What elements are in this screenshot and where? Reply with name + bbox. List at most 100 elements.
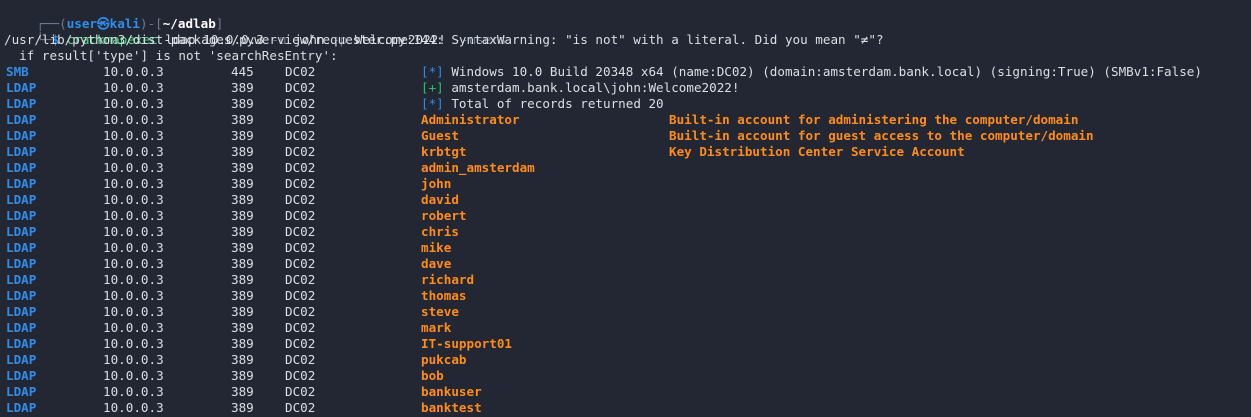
ip-address: 10.0.0.3 [103, 368, 164, 383]
port-number: 389 [231, 112, 254, 127]
port-number: 389 [231, 400, 254, 415]
status-message: [*] Total of records returned 20 [421, 96, 664, 112]
username: bankuser [421, 384, 482, 399]
protocol-label: LDAP [6, 256, 37, 271]
host-name: DC02 [285, 192, 316, 207]
host-name: DC02 [285, 336, 316, 351]
port-number: 389 [231, 128, 254, 143]
output-row: LDAP 10.0.0.3 389 DC02 david [0, 192, 1251, 208]
host-name: DC02 [285, 96, 316, 111]
host-name: DC02 [285, 64, 316, 79]
ip-address: 10.0.0.3 [103, 240, 164, 255]
username: robert [421, 208, 467, 223]
host-name: DC02 [285, 224, 316, 239]
status-text: Windows 10.0 Build 20348 x64 (name:DC02)… [451, 64, 1202, 79]
protocol-label: LDAP [6, 384, 37, 399]
ip-address: 10.0.0.3 [103, 304, 164, 319]
protocol-label: LDAP [6, 304, 37, 319]
port-number: 389 [231, 384, 254, 399]
protocol-label: LDAP [6, 240, 37, 255]
username: krbtgt [421, 144, 467, 159]
warning-line-1: /usr/lib/python3/dist-packages/pywerview… [4, 32, 884, 47]
username: bob [421, 368, 444, 383]
host-name: DC02 [285, 112, 316, 127]
ip-address: 10.0.0.3 [103, 352, 164, 367]
port-number: 389 [231, 272, 254, 287]
protocol-label: LDAP [6, 208, 37, 223]
port-number: 389 [231, 240, 254, 255]
host-name: DC02 [285, 80, 316, 95]
port-number: 389 [231, 288, 254, 303]
status-text: amsterdam.bank.local\john:Welcome2022! [451, 80, 740, 95]
host-name: DC02 [285, 304, 316, 319]
protocol-label: LDAP [6, 368, 37, 383]
host-name: DC02 [285, 208, 316, 223]
username: pukcab [421, 352, 467, 367]
username: Administrator [421, 112, 520, 127]
status-message: [*] Windows 10.0 Build 20348 x64 (name:D… [421, 64, 1202, 80]
protocol-label: LDAP [6, 352, 37, 367]
output-row: LDAP 10.0.0.3 389 DC02 chris [0, 224, 1251, 240]
output-row: LDAP 10.0.0.3 389 DC02 bankuser [0, 384, 1251, 400]
ip-address: 10.0.0.3 [103, 144, 164, 159]
output-row: LDAP 10.0.0.3 389 DC02 krbtgt Key Distributio… [0, 144, 1251, 160]
port-number: 389 [231, 256, 254, 271]
warning-line-2: if result['type'] is not 'searchResEntry… [4, 48, 338, 63]
username: dave [421, 256, 452, 271]
protocol-label: LDAP [6, 272, 37, 287]
output-row: LDAP 10.0.0.3 389 DC02 thomas [0, 288, 1251, 304]
username: steve [421, 304, 459, 319]
ip-address: 10.0.0.3 [103, 320, 164, 335]
port-number: 389 [231, 192, 254, 207]
username: banktest [421, 400, 482, 415]
ip-address: 10.0.0.3 [103, 128, 164, 143]
host-name: DC02 [285, 352, 316, 367]
ip-address: 10.0.0.3 [103, 256, 164, 271]
host-name: DC02 [285, 320, 316, 335]
terminal-window[interactable]: ┌──(user㉿kali)-[~/adlab] └─$ crackmapexe… [0, 0, 1251, 417]
port-number: 389 [231, 80, 254, 95]
output-row: LDAP 10.0.0.3 389 DC02 Guest Built-in account… [0, 128, 1251, 144]
output-row: LDAP 10.0.0.3 389 DC02 banktest [0, 400, 1251, 416]
command-line[interactable]: └─$ crackmapexec ldap 10.0.0.3 -u john -… [6, 16, 506, 47]
port-number: 389 [231, 336, 254, 351]
protocol-label: LDAP [6, 112, 37, 127]
protocol-label: LDAP [6, 176, 37, 191]
protocol-label: SMB [6, 64, 29, 79]
port-number: 389 [231, 96, 254, 111]
username: Guest [421, 128, 459, 143]
port-number: 389 [231, 304, 254, 319]
output-row: LDAP 10.0.0.3 389 DC02 [+] amsterdam.bank.lo… [0, 80, 1251, 96]
host-name: DC02 [285, 400, 316, 415]
status-marker: [+] [421, 80, 444, 95]
ip-address: 10.0.0.3 [103, 112, 164, 127]
protocol-label: LDAP [6, 96, 37, 111]
protocol-label: LDAP [6, 80, 37, 95]
output-row: LDAP 10.0.0.3 389 DC02 IT-support01 [0, 336, 1251, 352]
protocol-label: LDAP [6, 288, 37, 303]
host-name: DC02 [285, 144, 316, 159]
port-number: 389 [231, 176, 254, 191]
output-row: LDAP 10.0.0.3 389 DC02 admin_amsterdam [0, 160, 1251, 176]
prompt-line: ┌──(user㉿kali)-[~/adlab] [6, 0, 223, 31]
host-name: DC02 [285, 176, 316, 191]
username: john [421, 176, 452, 191]
username: chris [421, 224, 459, 239]
status-message: [+] amsterdam.bank.local\john:Welcome202… [421, 80, 739, 96]
user-description: Built-in account for administering the c… [669, 112, 1079, 127]
host-name: DC02 [285, 128, 316, 143]
host-name: DC02 [285, 160, 316, 175]
user-description: Built-in account for guest access to the… [669, 128, 1094, 143]
port-number: 389 [231, 368, 254, 383]
port-number: 445 [231, 64, 254, 79]
output-row: LDAP 10.0.0.3 389 DC02 dave [0, 256, 1251, 272]
output-row: LDAP 10.0.0.3 389 DC02 richard [0, 272, 1251, 288]
ip-address: 10.0.0.3 [103, 192, 164, 207]
host-name: DC02 [285, 272, 316, 287]
username: IT-support01 [421, 336, 512, 351]
username: mark [421, 320, 452, 335]
output-row: LDAP 10.0.0.3 389 DC02 pukcab [0, 352, 1251, 368]
ip-address: 10.0.0.3 [103, 96, 164, 111]
status-marker: [*] [421, 96, 444, 111]
protocol-label: LDAP [6, 160, 37, 175]
